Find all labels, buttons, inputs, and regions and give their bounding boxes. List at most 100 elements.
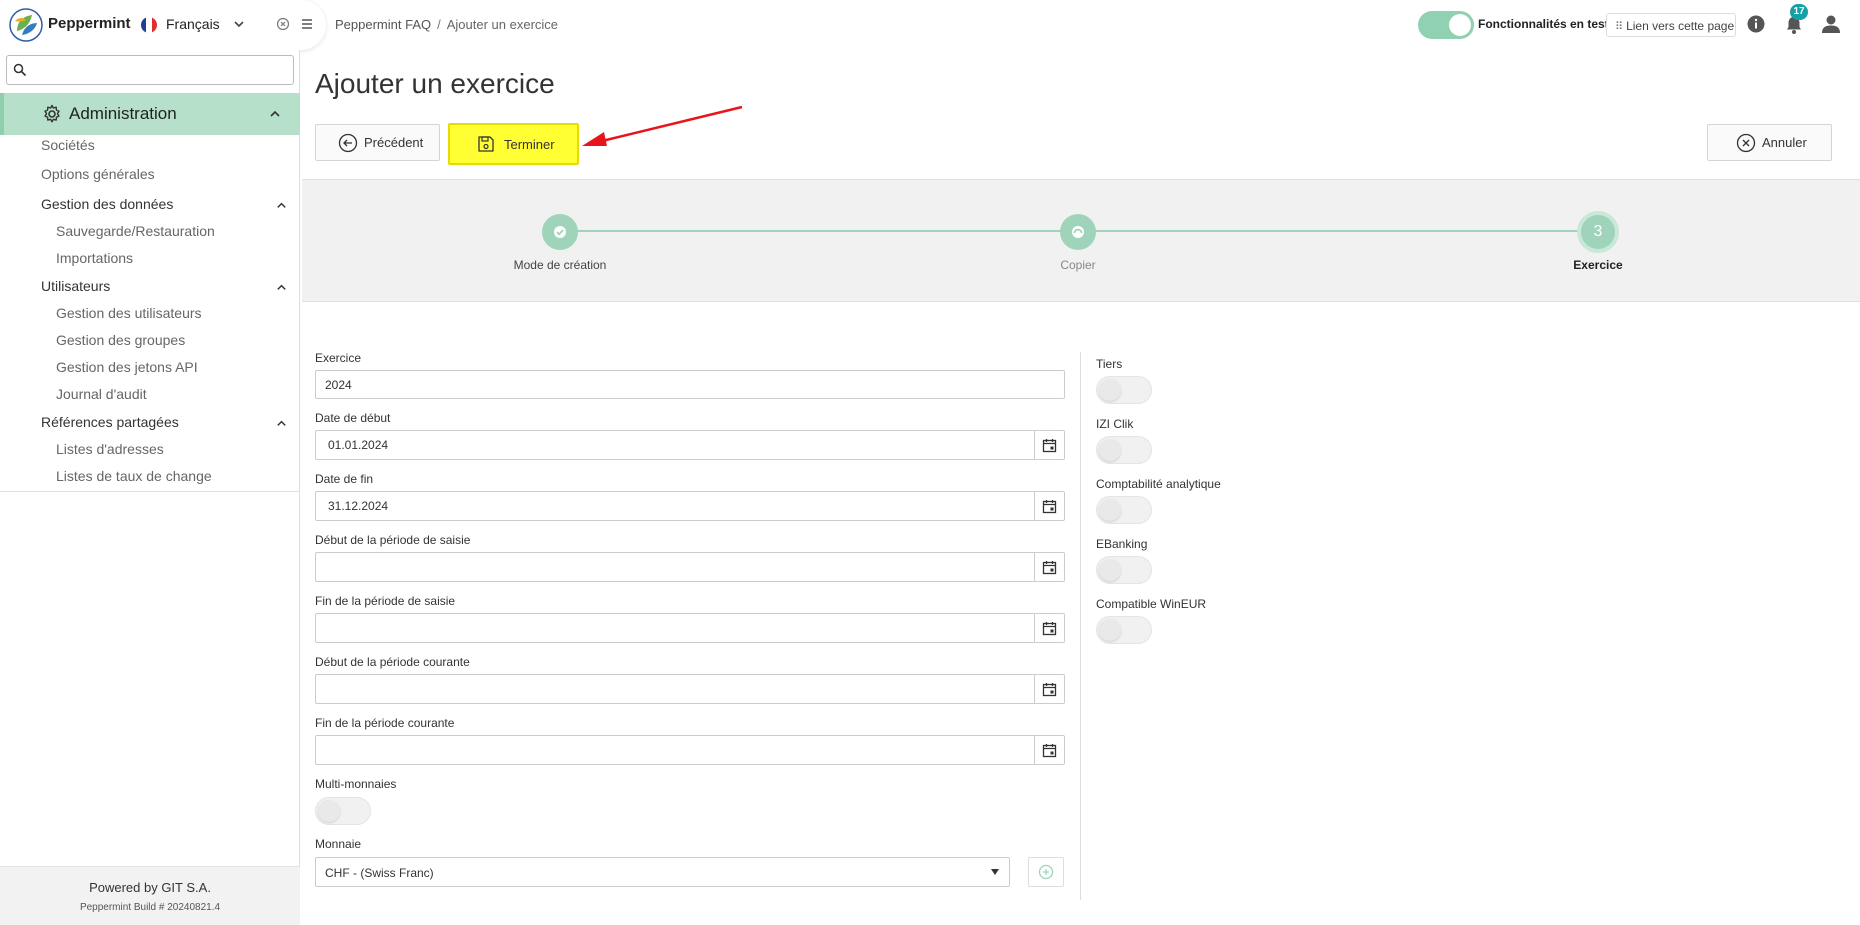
izi-clik-toggle[interactable] <box>1096 436 1152 464</box>
close-circle-icon <box>1736 133 1756 152</box>
sidebar-item-gestion-utilisateurs[interactable]: Gestion des utilisateurs <box>56 305 202 321</box>
chevron-up-icon[interactable] <box>268 107 282 121</box>
calendar-button[interactable] <box>1034 675 1064 703</box>
toggle-knob <box>1449 14 1471 36</box>
plus-circle-icon <box>1038 864 1054 880</box>
date-fin-input[interactable] <box>316 492 1034 520</box>
sidebar-divider <box>0 491 300 492</box>
step-1-label: Mode de création <box>513 258 607 272</box>
drag-dots-icon: ⠿ <box>1615 21 1624 33</box>
calendar-icon <box>1042 621 1057 635</box>
powered-by: Powered by GIT S.A. <box>89 880 211 895</box>
sidebar-item-listes-adresses[interactable]: Listes d'adresses <box>56 441 164 457</box>
user-icon[interactable] <box>1820 13 1842 35</box>
search-input[interactable] <box>33 59 288 81</box>
sidebar-item-gestion-jetons[interactable]: Gestion des jetons API <box>56 359 198 375</box>
fin-courante-input[interactable] <box>316 736 1034 764</box>
gear-icon <box>44 104 60 123</box>
column-divider <box>1080 352 1081 900</box>
sidebar-item-sauvegarde[interactable]: Sauvegarde/Restauration <box>56 223 215 239</box>
calendar-button[interactable] <box>1034 736 1064 764</box>
step-1-circle[interactable] <box>542 214 578 250</box>
breadcrumb-current: Ajouter un exercice <box>446 17 559 32</box>
date-debut-field <box>315 430 1065 460</box>
test-features-toggle[interactable] <box>1418 11 1474 39</box>
fin-saisie-input[interactable] <box>316 614 1034 642</box>
calendar-button[interactable] <box>1034 492 1064 520</box>
debut-saisie-input[interactable] <box>316 553 1034 581</box>
sidebar-item-importations[interactable]: Importations <box>56 250 133 266</box>
chevron-up-icon[interactable] <box>275 199 288 212</box>
date-debut-input[interactable] <box>316 431 1034 459</box>
step-2-label: Copier <box>1060 258 1096 272</box>
finish-button[interactable]: Terminer <box>448 123 579 165</box>
debut-courante-input[interactable] <box>316 675 1034 703</box>
language-selector[interactable]: Français <box>166 16 220 32</box>
debut-courante-field <box>315 674 1065 704</box>
cancel-button[interactable]: Annuler <box>1707 124 1832 161</box>
flag-france-icon <box>141 17 157 33</box>
app-name: Peppermint <box>48 15 131 32</box>
breadcrumb-root[interactable]: Peppermint FAQ <box>335 17 431 32</box>
calendar-button[interactable] <box>1034 431 1064 459</box>
chevron-up-icon[interactable] <box>275 281 288 294</box>
izi-clik-label: IZI Clik <box>1096 417 1134 431</box>
ebanking-toggle[interactable] <box>1096 556 1152 584</box>
cancel-label: Annuler <box>1762 135 1807 150</box>
multi-monnaies-label: Multi-monnaies <box>315 777 397 791</box>
step-3-circle[interactable]: 3 <box>1577 211 1619 253</box>
sidebar-section-label: Administration <box>69 104 177 123</box>
sidebar-item-gestion-groupes[interactable]: Gestion des groupes <box>56 332 185 348</box>
sidebar-search[interactable] <box>6 55 294 85</box>
chevron-up-icon[interactable] <box>275 417 288 430</box>
page-link-button[interactable]: ⠿ Lien vers cette page <box>1606 13 1736 37</box>
menu-icon[interactable] <box>300 17 314 31</box>
add-currency-button[interactable] <box>1028 857 1064 887</box>
toggle-knob <box>1099 499 1121 521</box>
breadcrumb-separator: / <box>437 17 441 32</box>
debut-saisie-label: Début de la période de saisie <box>315 533 471 547</box>
sidebar-item-listes-taux[interactable]: Listes de taux de change <box>56 468 212 484</box>
monnaie-value: CHF - (Swiss Franc) <box>325 866 434 880</box>
step-2-circle[interactable] <box>1060 214 1096 250</box>
calendar-icon <box>1042 682 1057 696</box>
sidebar-group-references[interactable]: Références partagées <box>41 414 179 430</box>
sidebar-section-administration[interactable]: Administration <box>0 93 300 135</box>
info-icon[interactable] <box>1746 14 1766 34</box>
step-3-label: Exercice <box>1573 258 1623 272</box>
sidebar: Administration Sociétés Options générale… <box>0 50 300 925</box>
sidebar-item-societes[interactable]: Sociétés <box>41 137 95 153</box>
finish-label: Terminer <box>504 136 555 152</box>
exercice-input[interactable] <box>315 370 1065 399</box>
peppermint-logo[interactable] <box>8 7 44 43</box>
brand-pill: Peppermint Français <box>0 0 326 50</box>
annotation-arrow <box>582 105 743 146</box>
wineur-toggle[interactable] <box>1096 616 1152 644</box>
tiers-toggle[interactable] <box>1096 376 1152 404</box>
test-features-label: Fonctionnalités en test <box>1478 17 1609 31</box>
sidebar-footer: Powered by GIT S.A. Peppermint Build # 2… <box>0 866 300 925</box>
sidebar-item-options-generales[interactable]: Options générales <box>41 166 155 182</box>
close-circle-icon[interactable] <box>276 17 290 31</box>
previous-button[interactable]: Précédent <box>315 124 440 161</box>
page-link-label: Lien vers cette page <box>1626 19 1735 33</box>
monnaie-select[interactable]: CHF - (Swiss Franc) <box>315 857 1010 887</box>
multi-monnaies-toggle[interactable] <box>315 797 371 825</box>
search-icon <box>13 63 27 77</box>
debut-saisie-field <box>315 552 1065 582</box>
fin-courante-label: Fin de la période courante <box>315 716 455 730</box>
sidebar-group-utilisateurs[interactable]: Utilisateurs <box>41 278 110 294</box>
toggle-knob <box>1099 439 1121 461</box>
caret-down-icon <box>991 869 999 875</box>
toggle-knob <box>318 800 340 822</box>
sidebar-item-journal-audit[interactable]: Journal d'audit <box>56 386 147 402</box>
calendar-button[interactable] <box>1034 614 1064 642</box>
sidebar-group-gestion-donnees[interactable]: Gestion des données <box>41 196 173 212</box>
arrow-left-circle-icon <box>338 133 358 152</box>
chevron-down-icon[interactable] <box>232 17 246 31</box>
debut-courante-label: Début de la période courante <box>315 655 470 669</box>
calendar-button[interactable] <box>1034 553 1064 581</box>
notification-badge: 17 <box>1790 4 1808 20</box>
calendar-icon <box>1042 560 1057 574</box>
compta-analytique-toggle[interactable] <box>1096 496 1152 524</box>
